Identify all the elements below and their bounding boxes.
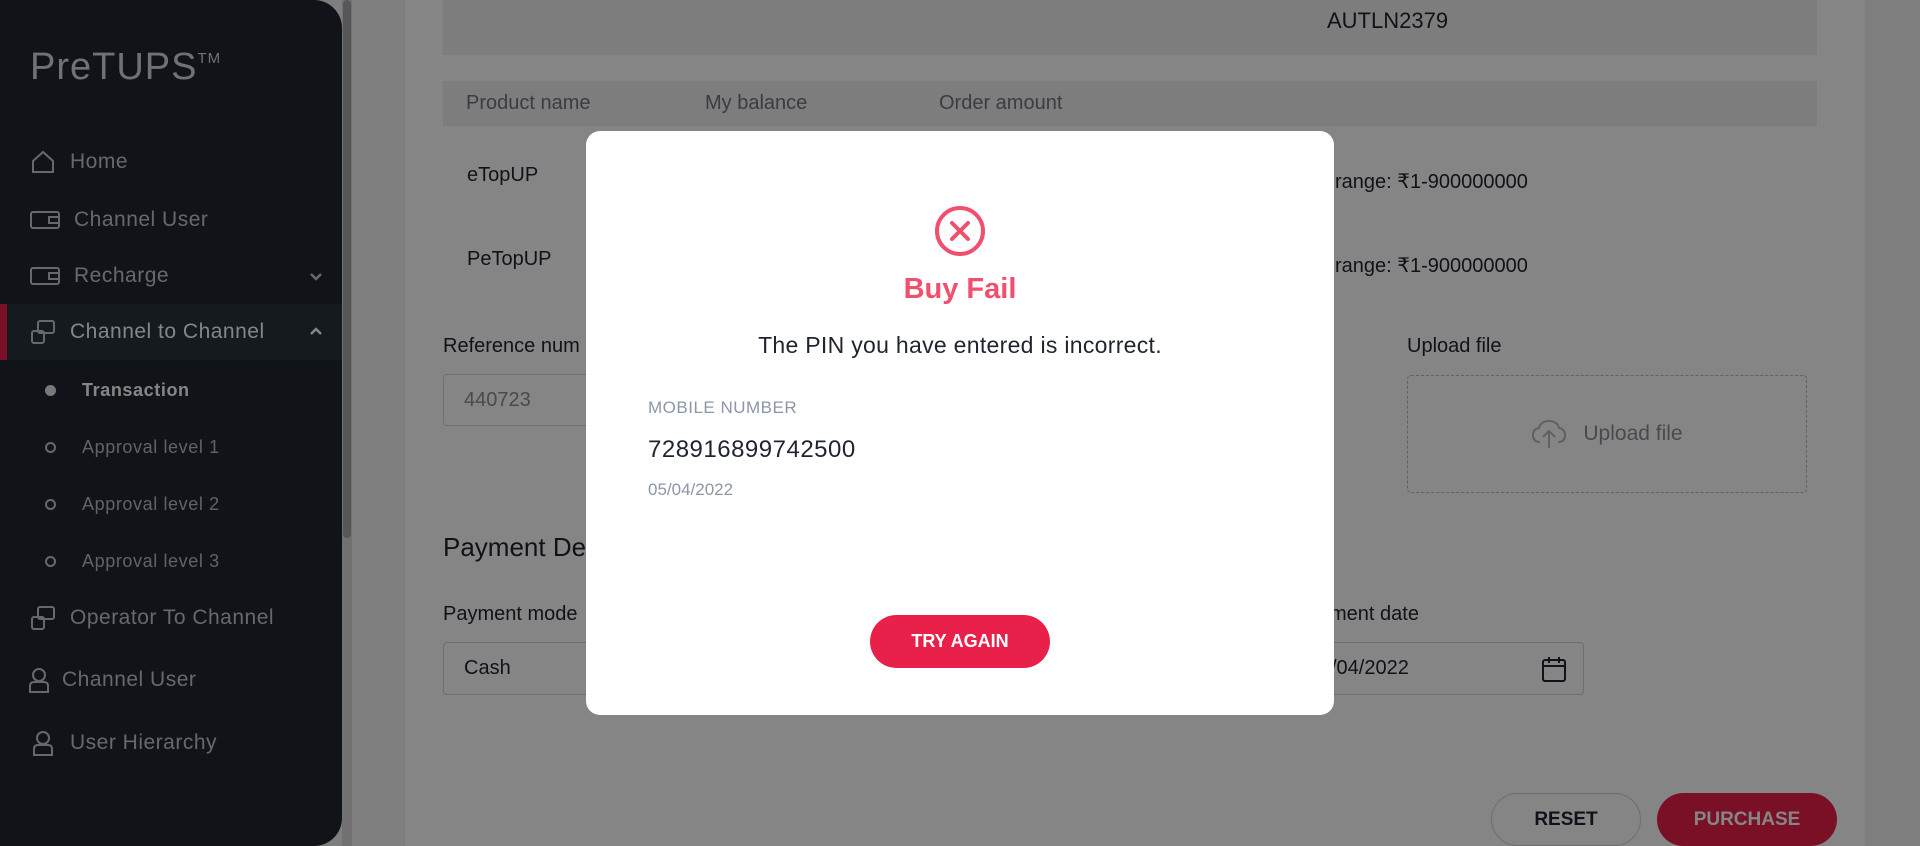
buy-fail-dialog: Buy Fail The PIN you have entered is inc…	[586, 131, 1334, 715]
mobile-number-value: 728916899742500	[648, 436, 856, 463]
try-again-button[interactable]: TRY AGAIN	[870, 615, 1050, 668]
dialog-message: The PIN you have entered is incorrect.	[758, 332, 1162, 358]
dialog-title: Buy Fail	[903, 273, 1017, 305]
mobile-number-label: MOBILE NUMBER	[648, 398, 798, 417]
error-x-icon	[934, 205, 986, 262]
transaction-date: 05/04/2022	[648, 480, 734, 499]
